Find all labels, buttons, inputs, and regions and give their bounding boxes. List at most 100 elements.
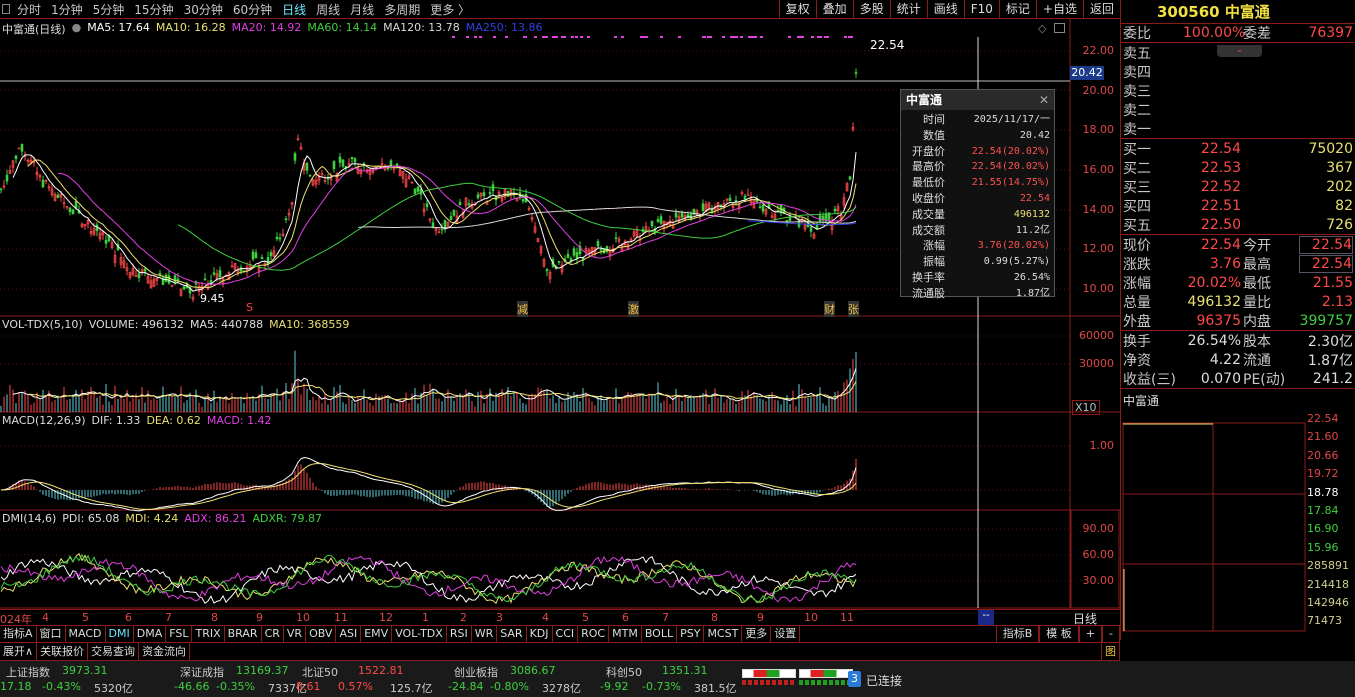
bottom-tab[interactable]: 资金流向 [139,643,191,660]
date-tick: 5 [582,611,589,624]
buy-row[interactable]: 买二 22.53 367 [1121,158,1355,177]
price-axis-label: 22.00 [1082,44,1115,57]
indicator-tab[interactable]: MTM [609,626,642,642]
indicator-tab[interactable]: VR [284,626,307,642]
bottom-tab[interactable]: 关联报价 [37,643,89,660]
stat-row: 涨跌 3.76 最高 22.54 [1121,254,1355,273]
indicator-tab[interactable]: OBV [306,626,337,642]
indicator-tab[interactable]: RSI [447,626,472,642]
indicator-tab[interactable]: TRIX [192,626,225,642]
indicator-control[interactable]: + [1078,626,1103,642]
indicator-tab[interactable]: FSL [166,626,193,642]
period-tab[interactable]: 日线 [277,1,311,18]
date-tick: 9 [757,611,764,624]
buy-volume: 202 [1326,178,1353,195]
candle [269,249,273,261]
toolbar-button[interactable]: 统计 [889,0,927,19]
indicator-tab[interactable]: 设置 [771,626,801,642]
bottom-tab[interactable]: 交易查询 [88,643,140,660]
candle [617,236,621,244]
period-tab[interactable]: 15分钟 [129,1,178,18]
panel-toggle-icon[interactable] [1054,23,1065,33]
period-tab[interactable]: 多周期 [379,1,425,18]
buy-row[interactable]: 买四 22.51 82 [1121,196,1355,215]
buy-row[interactable]: 买一 22.54 75020 [1121,139,1355,158]
event-marker[interactable]: 财 [824,301,835,317]
period-tab[interactable]: 60分钟 [228,1,277,18]
indicator-tab[interactable]: BRAR [225,626,262,642]
period-tab[interactable]: 分时 [12,1,46,18]
indicator-tab[interactable]: CR [262,626,284,642]
indicator-tab[interactable]: VOL-TDX [392,626,447,642]
period-tab[interactable]: 周线 [311,1,345,18]
indicator-control[interactable]: 模 板 [1039,626,1079,642]
indicator-tab[interactable]: 指标A [0,626,37,642]
connection-status[interactable]: 已连接 [866,672,902,689]
period-tab[interactable]: 30分钟 [179,1,228,18]
indicator-tab[interactable]: EMV [361,626,393,642]
candle [122,256,126,269]
index-name[interactable]: 科创50 [606,664,642,680]
close-icon[interactable]: ✕ [1039,90,1049,110]
indicator-tab[interactable]: ROC [578,626,610,642]
indicator-tab[interactable]: BOLL [642,626,678,642]
toolbar-button[interactable]: 画线 [926,0,964,19]
sell-row: 卖一 [1121,119,1355,138]
event-marker[interactable]: 张 [848,301,859,317]
indicator-tab[interactable]: MCST [704,626,743,642]
indicator-tab[interactable]: 窗口 [37,626,66,642]
event-marker[interactable]: S [246,301,253,314]
indicator-tab[interactable]: DMI [106,626,134,642]
stat-value: 2.13 [1321,293,1353,310]
expand-chevron-icon[interactable]: ⌄ [1217,45,1262,57]
candle [341,159,345,169]
indicator-tab[interactable]: PSY [677,626,705,642]
indicator-tab[interactable]: KDJ [527,626,553,642]
toolbar-button[interactable]: 多股 [852,0,890,19]
indicator-tab[interactable]: CCI [553,626,579,642]
toolbar-button[interactable]: +自选 [1035,0,1083,19]
period-tab[interactable]: 5分钟 [88,1,130,18]
weibi-row: 委比 100.00% 委差 76397 [1121,24,1355,43]
period-tab[interactable]: 更多 〉 [425,1,475,18]
bottom-tabs: 展开∧ 关联报价 交易查询 资金流向 图 [0,643,1120,661]
candle [56,192,60,199]
stat-label: 最高 [1243,256,1271,273]
period-tab[interactable]: 1分钟 [46,1,88,18]
mini-axis-label: 17.84 [1307,504,1339,517]
indicator-tab[interactable]: 更多 [742,626,772,642]
index-name[interactable]: 深证成指 [180,664,224,680]
index-name[interactable]: 创业板指 [454,664,498,680]
buy-row[interactable]: 买三 22.52 202 [1121,177,1355,196]
toolbar-button[interactable]: F10 [963,0,999,19]
indicator-tab[interactable]: ASI [336,626,362,642]
candle [593,246,597,258]
event-marker[interactable]: 激 [628,301,639,317]
candle [824,208,828,224]
toolbar-button[interactable]: 叠加 [815,0,853,19]
index-name[interactable]: 北证50 [302,664,338,680]
tooltip-key: 换手率 [912,270,945,284]
toolbar-button[interactable]: 复权 [778,0,816,19]
diamond-icon[interactable]: ◇ [1038,22,1046,35]
settings-circle-icon[interactable]: ● [72,21,82,37]
candle [737,201,741,214]
period-tab[interactable]: 月线 [345,1,379,18]
event-marker[interactable]: 减 [517,301,528,317]
indicator-tab[interactable]: SAR [497,626,527,642]
candle [530,213,534,223]
indicator-tab[interactable]: MACD [66,626,106,642]
buy-row[interactable]: 买五 22.50 726 [1121,215,1355,234]
indicator-control[interactable]: 指标B [995,626,1040,642]
index-name[interactable]: 上证指数 [6,664,50,680]
indicator-control[interactable]: - [1102,626,1120,642]
indicator-tab[interactable]: DMA [134,626,167,642]
indicator-tab[interactable]: WR [472,626,498,642]
toolbar-button[interactable]: 返回 [1082,0,1120,19]
index-pct: -0.80% [490,680,529,693]
toolbar-button[interactable]: 标记 [998,0,1036,19]
tooltip-value: 1.87亿 [1015,287,1050,299]
bottom-tab[interactable]: 展开∧ [0,643,38,660]
candle [656,216,660,224]
chart-toggle-button[interactable]: 图 [1101,643,1120,660]
